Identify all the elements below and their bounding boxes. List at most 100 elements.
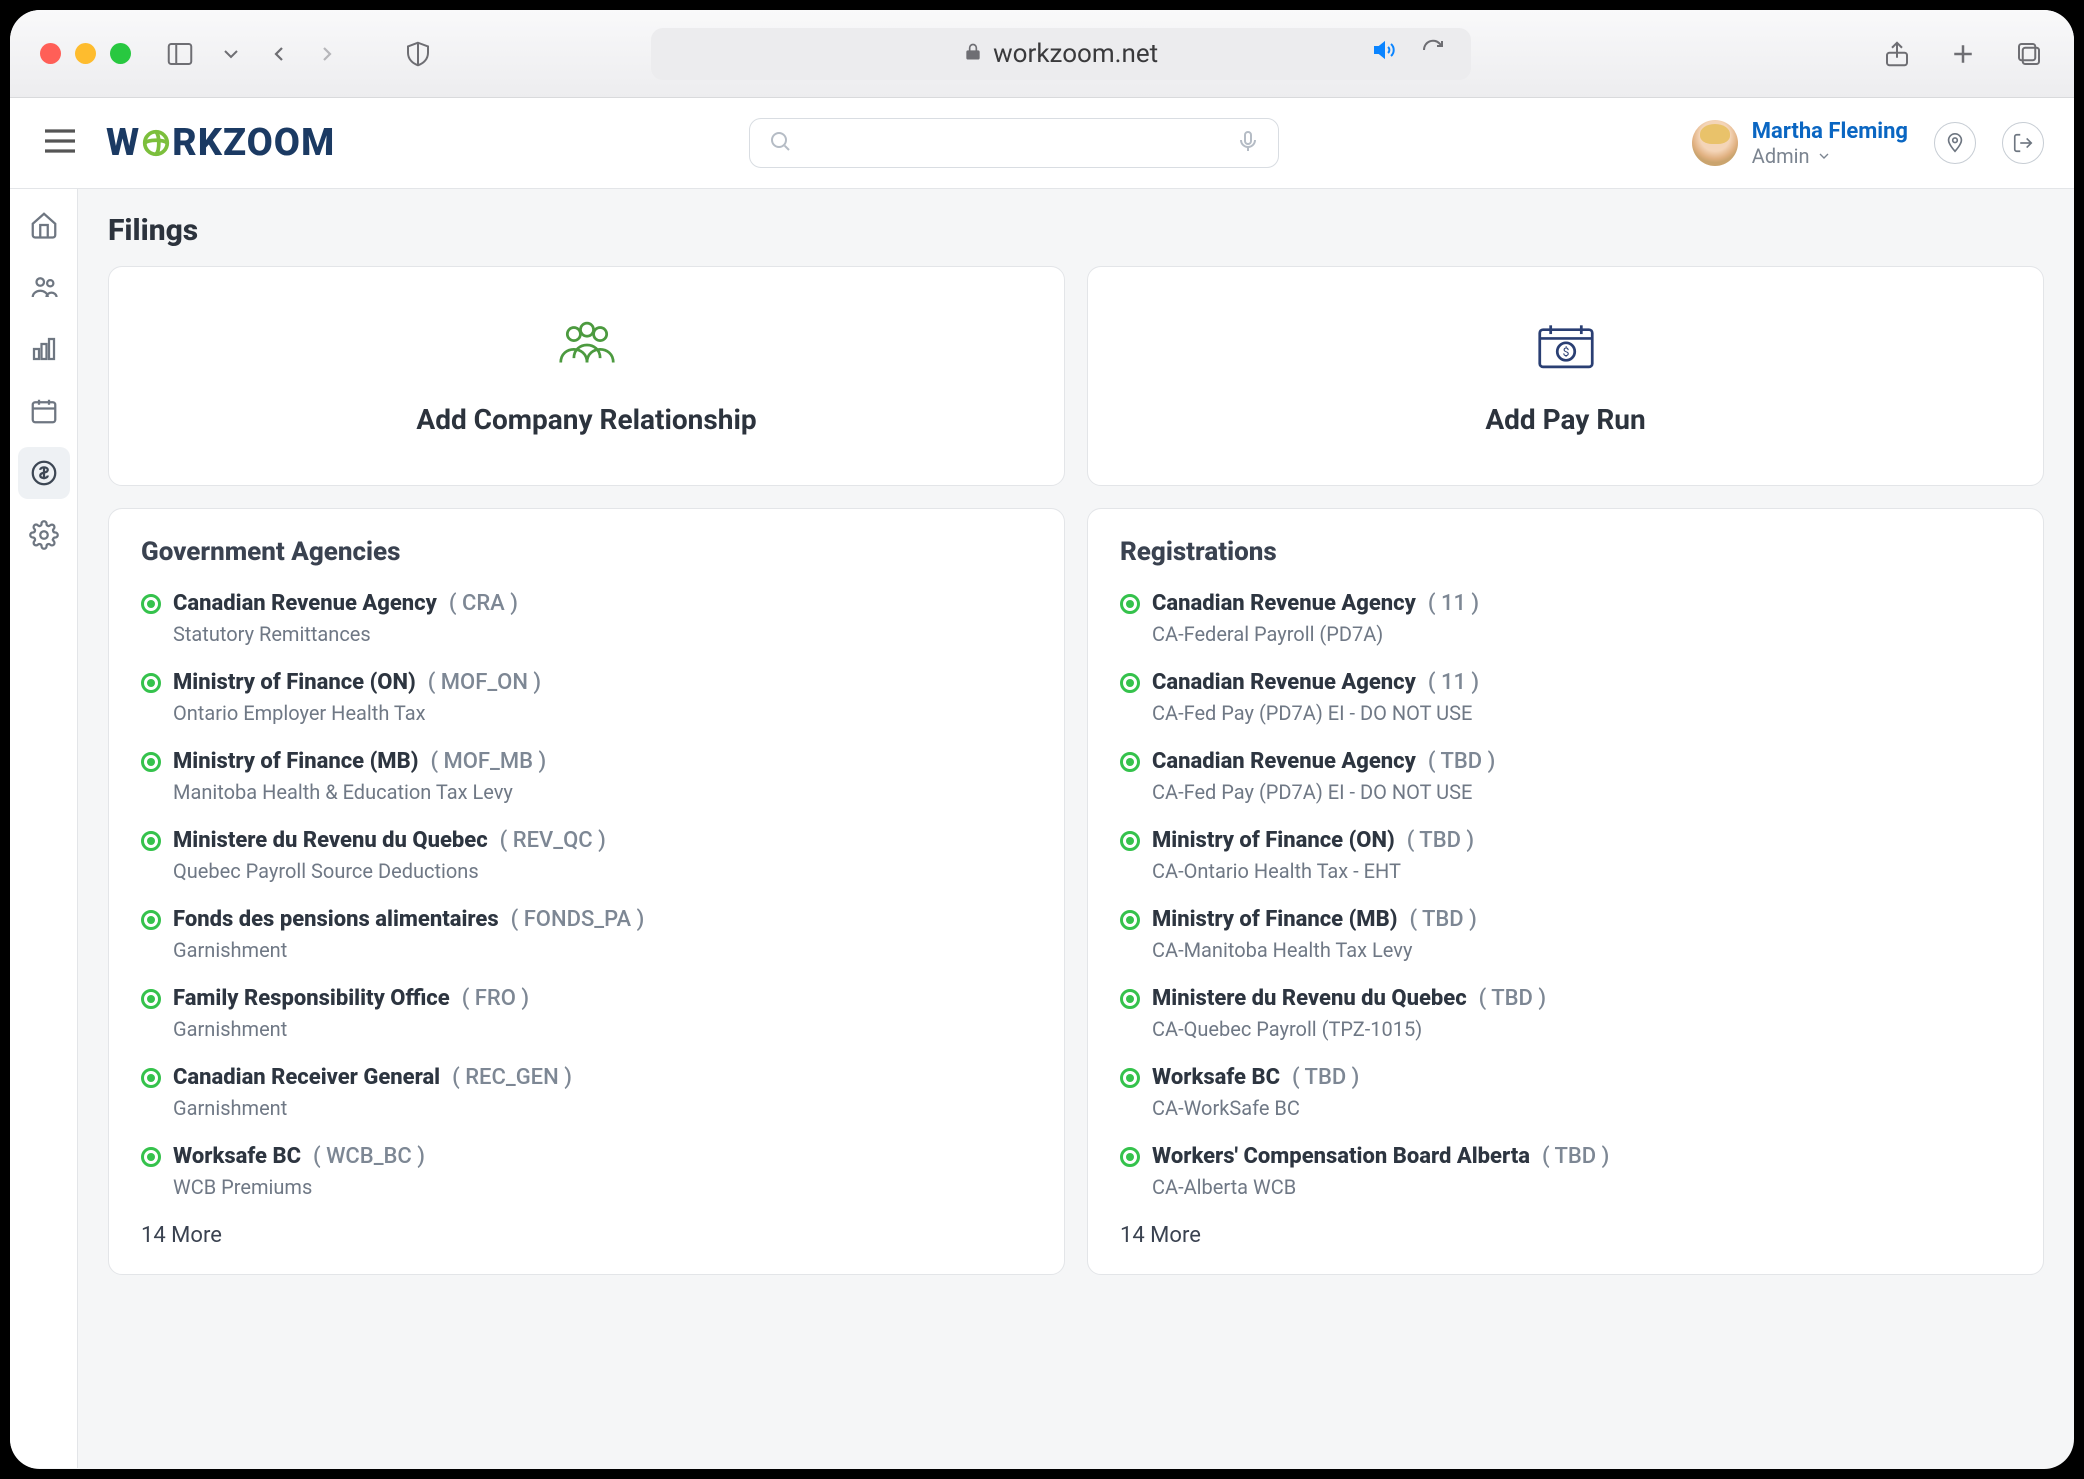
mic-icon[interactable]: [1236, 129, 1260, 157]
address-bar[interactable]: workzoom.net: [651, 28, 1471, 80]
nav-people[interactable]: [18, 261, 70, 313]
status-dot-icon: [1120, 910, 1140, 930]
list-item[interactable]: Canadian Revenue Agency( TBD )CA-Fed Pay…: [1120, 739, 2011, 818]
status-dot-icon: [141, 594, 161, 614]
list-item[interactable]: Ministry of Finance (MB) ( TBD ) CA-Manito…: [1120, 897, 2011, 976]
share-icon[interactable]: [1882, 39, 1912, 69]
item-name: Ministry of Finance (ON): [173, 670, 416, 695]
item-code: ( REV_QC ): [500, 828, 606, 853]
list-item[interactable]: Workers' Compensation Board Alberta ( TBD…: [1120, 1134, 2011, 1213]
search-input[interactable]: [749, 118, 1279, 168]
list-item[interactable]: Canadian Revenue Agency( 11 )CA-Federal …: [1120, 581, 2011, 660]
registrations-card: Registrations Canadian Revenue Agency( 1…: [1087, 508, 2044, 1275]
list-item[interactable]: Family Responsibility Office( FRO )Garni…: [141, 976, 1032, 1055]
item-name: Canadian Receiver General: [173, 1065, 440, 1090]
list-item[interactable]: Ministere du Revenu du Quebec ( TBD ) CA-Q…: [1120, 976, 2011, 1055]
item-subtitle: CA-Alberta WCB: [1152, 1175, 2011, 1199]
item-code: ( TBD ): [1292, 1065, 1359, 1090]
list-item[interactable]: Ministry of Finance (ON)( MOF_ON )Ontari…: [141, 660, 1032, 739]
page-title: Filings: [108, 213, 2044, 248]
item-name: Canadian Revenue Agency: [173, 591, 437, 616]
list-item[interactable]: Canadian Revenue Agency( 11 )CA-Fed Pay …: [1120, 660, 2011, 739]
tabs-overview-icon[interactable]: [2014, 39, 2044, 69]
item-code: ( MOF_ON ): [428, 670, 541, 695]
list-item[interactable]: Worksafe BC ( WCB_BC ) WCB Premiums: [141, 1134, 1032, 1213]
chevron-down-icon[interactable]: [219, 42, 243, 66]
item-name: Worksafe BC: [173, 1144, 301, 1169]
more-link[interactable]: 14 More: [1120, 1223, 2011, 1248]
add-payrun-card[interactable]: $ Add Pay Run: [1087, 266, 2044, 486]
status-dot-icon: [141, 1068, 161, 1088]
search-icon: [768, 129, 792, 157]
item-subtitle: CA-Manitoba Health Tax Levy: [1152, 938, 2011, 962]
list-item[interactable]: Ministry of Finance (MB)( MOF_MB )Manito…: [141, 739, 1032, 818]
calendar-money-icon: $: [1531, 317, 1601, 377]
back-button[interactable]: [267, 42, 291, 66]
item-name: Fonds des pensions alimentaires: [173, 907, 499, 932]
logout-icon[interactable]: [2002, 122, 2044, 164]
minimize-window[interactable]: [75, 43, 96, 64]
nav-reports[interactable]: [18, 323, 70, 375]
card-title: Government Agencies: [141, 537, 1032, 567]
nav-home[interactable]: [18, 199, 70, 251]
forward-button[interactable]: [315, 42, 339, 66]
refresh-icon[interactable]: [1421, 38, 1445, 69]
lock-icon: [963, 39, 983, 69]
maximize-window[interactable]: [110, 43, 131, 64]
status-dot-icon: [1120, 673, 1140, 693]
logo[interactable]: WRKZOOM: [106, 121, 335, 165]
item-subtitle: CA-WorkSafe BC: [1152, 1096, 2011, 1120]
action-label: Add Pay Run: [1485, 403, 1645, 436]
menu-icon[interactable]: [40, 121, 80, 165]
close-window[interactable]: [40, 43, 61, 64]
sidebar-toggle-icon[interactable]: [165, 39, 195, 69]
titlebar: workzoom.net: [10, 10, 2074, 98]
item-code: ( TBD ): [1479, 986, 1546, 1011]
status-dot-icon: [141, 989, 161, 1009]
nav-payroll[interactable]: [18, 447, 70, 499]
card-title: Registrations: [1120, 537, 2011, 567]
item-subtitle: CA-Ontario Health Tax - EHT: [1152, 859, 2011, 883]
agencies-card: Government Agencies Canadian Revenue Age…: [108, 508, 1065, 1275]
item-code: ( TBD ): [1542, 1144, 1609, 1169]
status-dot-icon: [1120, 1147, 1140, 1167]
user-role: Admin: [1752, 144, 1908, 168]
group-icon: [552, 317, 622, 377]
window-controls: [40, 43, 131, 64]
item-subtitle: CA-Federal Payroll (PD7A): [1152, 622, 2011, 646]
user-name: Martha Fleming: [1752, 119, 1908, 144]
speaker-icon[interactable]: [1373, 38, 1397, 69]
more-link[interactable]: 14 More: [141, 1223, 1032, 1248]
nav-calendar[interactable]: [18, 385, 70, 437]
list-item[interactable]: Worksafe BC ( TBD ) CA-WorkSafe BC: [1120, 1055, 2011, 1134]
item-name: Workers' Compensation Board Alberta: [1152, 1144, 1530, 1169]
shield-icon[interactable]: [403, 39, 433, 69]
status-dot-icon: [141, 831, 161, 851]
item-subtitle: CA-Quebec Payroll (TPZ-1015): [1152, 1017, 2011, 1041]
item-subtitle: CA-Fed Pay (PD7A) EI - DO NOT USE: [1152, 701, 2011, 725]
item-code: ( TBD ): [1409, 907, 1476, 932]
list-item[interactable]: Canadian Receiver General( REC_GEN )Garn…: [141, 1055, 1032, 1134]
list-item[interactable]: Canadian Revenue Agency( CRA )Statutory …: [141, 581, 1032, 660]
list-item[interactable]: Fonds des pensions alimentaires( FONDS_P…: [141, 897, 1032, 976]
main-content: Filings Add Company Relationship: [78, 189, 2074, 1468]
new-tab-icon[interactable]: [1948, 39, 1978, 69]
list-item[interactable]: Ministere du Revenu du Quebec( REV_QC )Q…: [141, 818, 1032, 897]
item-name: Ministere du Revenu du Quebec: [1152, 986, 1467, 1011]
location-icon[interactable]: [1934, 122, 1976, 164]
user-menu[interactable]: Martha Fleming Admin: [1692, 119, 1908, 168]
status-dot-icon: [1120, 752, 1140, 772]
browser-window: workzoom.net WRKZOOM: [10, 10, 2074, 1469]
chevron-down-icon: [1816, 148, 1832, 164]
item-code: ( WCB_BC ): [313, 1144, 425, 1169]
item-name: Ministry of Finance (MB): [1152, 907, 1397, 932]
item-name: Canadian Revenue Agency: [1152, 670, 1416, 695]
item-subtitle: WCB Premiums: [173, 1175, 1032, 1199]
list-item[interactable]: Ministry of Finance (ON)( TBD )CA-Ontari…: [1120, 818, 2011, 897]
item-name: Worksafe BC: [1152, 1065, 1280, 1090]
add-company-card[interactable]: Add Company Relationship: [108, 266, 1065, 486]
item-code: ( 11 ): [1428, 591, 1479, 616]
item-name: Ministere du Revenu du Quebec: [173, 828, 488, 853]
nav-settings[interactable]: [18, 509, 70, 561]
svg-text:$: $: [1562, 344, 1569, 358]
